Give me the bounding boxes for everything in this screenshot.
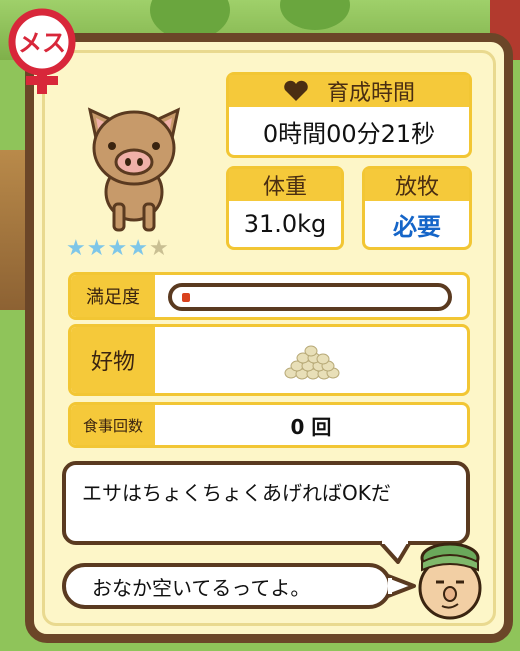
beans-icon — [284, 345, 340, 380]
speech-text: おなか空いてるってよ。 — [92, 575, 311, 600]
growth-time-box: 育成時間 0時間00分21秒 — [226, 72, 472, 158]
star-icon: ★ — [128, 236, 148, 261]
farmer-face-icon — [418, 542, 482, 620]
star-icon: ★ — [66, 236, 86, 261]
advice-text: エサはちょくちょくあげればOKだ — [82, 481, 391, 505]
star-empty-icon: ★ — [148, 236, 169, 261]
growth-time-value: 0時間00分21秒 — [262, 119, 436, 148]
satisfaction-gauge-fill — [182, 293, 190, 302]
meal-count-row: 食事回数 0 回 — [68, 402, 470, 448]
speech-bubble: おなか空いてるってよ。 — [62, 563, 392, 609]
meal-count-label: 食事回数 — [71, 405, 155, 445]
growth-time-label: 育成時間 — [326, 81, 415, 106]
favorite-food-label: 好物 — [71, 327, 155, 393]
grazing-label: 放牧 — [365, 169, 469, 201]
satisfaction-gauge — [168, 283, 452, 311]
satisfaction-label: 満足度 — [71, 275, 155, 317]
favorite-food-row: 好物 — [68, 324, 470, 396]
pig-icon — [87, 107, 181, 232]
meal-count-value: 0 回 — [290, 414, 332, 439]
grazing-box: 放牧 必要 — [362, 166, 472, 250]
star-icon: ★ — [107, 236, 128, 261]
gender-label: メス — [18, 29, 66, 57]
weight-box: 体重 31.0kg — [226, 166, 344, 250]
grazing-value: 必要 — [393, 212, 441, 241]
weight-label: 体重 — [229, 169, 341, 201]
advice-bubble: エサはちょくちょくあげればOKだ — [62, 461, 470, 545]
female-badge-icon: メス — [8, 8, 76, 94]
star-icon: ★ — [86, 236, 107, 261]
weight-value: 31.0kg — [243, 210, 327, 238]
rating-stars: ★ ★ ★ ★ ★ — [66, 238, 169, 260]
heart-icon — [284, 80, 308, 101]
